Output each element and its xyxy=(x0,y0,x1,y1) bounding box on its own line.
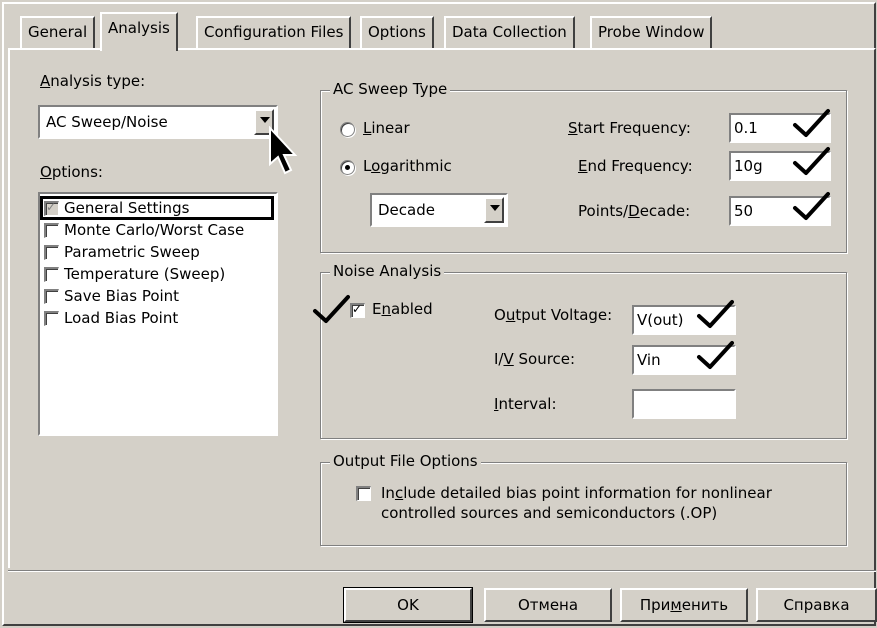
chevron-down-icon xyxy=(490,205,500,211)
logarithmic-label[interactable]: Logarithmic xyxy=(363,157,452,175)
noise-enabled-label[interactable]: Enabled xyxy=(372,300,433,318)
list-item[interactable]: Monte Carlo/Worst Case xyxy=(44,220,274,242)
analysis-type-value: AC Sweep/Noise xyxy=(46,113,168,131)
points-decade-label: Points/Decade: xyxy=(578,202,691,220)
check-mark-icon xyxy=(793,192,830,220)
output-voltage-label: Output Voltage: xyxy=(494,306,613,324)
checkbox[interactable] xyxy=(44,267,59,282)
tab-label: General xyxy=(28,23,88,41)
tab-label: Probe Window xyxy=(598,23,705,41)
start-frequency-label: Start Frequency: xyxy=(568,119,691,137)
tab-options[interactable]: Options xyxy=(360,16,434,49)
decade-value: Decade xyxy=(378,201,435,219)
decade-combobox[interactable]: Decade xyxy=(370,193,508,227)
cancel-button[interactable]: Отмена xyxy=(484,588,612,622)
ac-sweep-type-title: AC Sweep Type xyxy=(330,80,451,98)
options-label: Options: xyxy=(40,163,103,181)
interval-label: Interval: xyxy=(494,395,557,413)
tab-label: Analysis xyxy=(108,19,170,37)
list-item[interactable]: Parametric Sweep xyxy=(44,242,274,264)
points-decade-value: 50 xyxy=(734,202,754,220)
logarithmic-radio[interactable] xyxy=(340,160,355,175)
ok-label: OK xyxy=(397,596,419,614)
list-item[interactable]: Temperature (Sweep) xyxy=(44,264,274,286)
end-frequency-value: 10g xyxy=(734,157,763,175)
help-button[interactable]: Справка xyxy=(756,588,877,622)
include-bias-point-checkbox[interactable] xyxy=(356,486,371,501)
noise-enabled-checkbox[interactable]: ✓ xyxy=(350,302,365,318)
linear-label[interactable]: Linear xyxy=(363,119,410,137)
options-listbox[interactable]: ✓ General Settings Monte Carlo/Worst Cas… xyxy=(38,192,278,436)
tab-probe-window[interactable]: Probe Window xyxy=(590,16,713,49)
checkbox[interactable]: ✓ xyxy=(44,200,59,216)
linear-radio[interactable] xyxy=(340,122,355,137)
iv-source-label: I/V Source: xyxy=(494,350,576,368)
decade-dropdown-button[interactable] xyxy=(484,197,504,223)
checkbox[interactable] xyxy=(44,245,59,260)
tab-data-collection[interactable]: Data Collection xyxy=(444,16,575,49)
checkbox[interactable] xyxy=(44,223,59,238)
ok-button[interactable]: OK xyxy=(343,587,473,623)
check-mark-icon xyxy=(697,300,734,328)
chevron-down-icon xyxy=(260,117,270,123)
tab-configuration-files[interactable]: Configuration Files xyxy=(196,16,352,49)
mouse-cursor-icon xyxy=(269,126,298,175)
apply-button[interactable]: Применить xyxy=(620,588,748,622)
radio-dot-icon xyxy=(345,165,350,170)
separator xyxy=(8,570,876,572)
list-item[interactable]: ✓ General Settings xyxy=(44,198,274,220)
noise-analysis-title: Noise Analysis xyxy=(330,262,445,280)
check-mark-icon xyxy=(793,147,830,175)
iv-source-value: Vin xyxy=(637,351,661,369)
end-frequency-label: End Frequency: xyxy=(578,157,693,175)
cancel-label: Отмена xyxy=(517,596,579,614)
tab-label: Configuration Files xyxy=(204,23,344,41)
analysis-type-combobox[interactable]: AC Sweep/Noise xyxy=(38,105,278,139)
checkbox[interactable] xyxy=(44,289,59,304)
noise-analysis-group xyxy=(320,272,847,439)
tab-general[interactable]: General xyxy=(20,16,96,49)
output-voltage-value: V(out) xyxy=(637,311,684,329)
check-mark-icon xyxy=(313,295,350,323)
apply-label: Применить xyxy=(639,596,729,614)
include-bias-point-label[interactable]: Include detailed bias point information … xyxy=(381,483,772,523)
checkbox[interactable] xyxy=(44,311,59,326)
start-frequency-value: 0.1 xyxy=(734,119,758,137)
analysis-type-label: Analysis type: xyxy=(40,72,146,90)
interval-input[interactable] xyxy=(632,389,736,419)
tab-label: Data Collection xyxy=(452,23,567,41)
output-file-options-title: Output File Options xyxy=(330,452,481,470)
check-mark-icon xyxy=(697,341,734,369)
tab-analysis[interactable]: Analysis xyxy=(100,12,178,51)
help-label: Справка xyxy=(783,596,850,614)
list-item[interactable]: Load Bias Point xyxy=(44,308,274,330)
tab-label: Options xyxy=(368,23,426,41)
list-item[interactable]: Save Bias Point xyxy=(44,286,274,308)
check-mark-icon xyxy=(793,109,830,137)
